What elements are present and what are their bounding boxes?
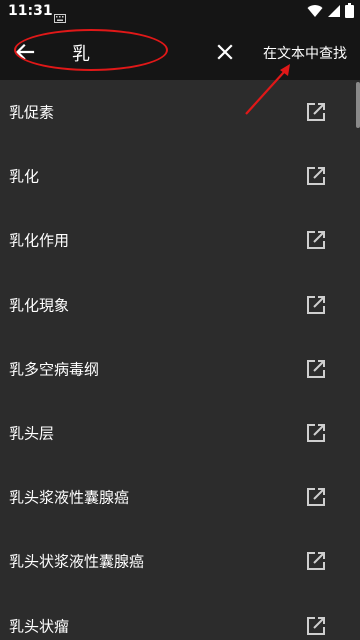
cell-signal-icon — [327, 3, 341, 22]
list-item-label: 乳头浆液性囊腺癌 — [9, 488, 130, 507]
list-item[interactable]: 乳多空病毒纲 — [0, 337, 360, 401]
list-item[interactable]: 乳化 — [0, 144, 360, 208]
open-in-new-icon[interactable] — [305, 358, 327, 380]
list-item[interactable]: 乳头状浆液性囊腺癌 — [0, 529, 360, 593]
clear-search-button[interactable] — [212, 39, 238, 65]
status-bar: 11:31 — [0, 0, 360, 24]
result-list: 乳促素 乳化 乳化作用 乳化現象 乳多空病毒纲 乳头层 乳头浆液性囊腺癌 乳头状… — [0, 80, 360, 640]
open-in-new-icon[interactable] — [305, 101, 327, 123]
list-item-label: 乳化作用 — [9, 231, 70, 250]
battery-icon — [345, 2, 354, 22]
annotation-ellipse — [14, 29, 168, 71]
search-toolbar: 乳 在文本中查找 — [0, 24, 360, 80]
status-icons — [307, 2, 354, 22]
list-item-label: 乳头状浆液性囊腺癌 — [9, 552, 145, 571]
open-in-new-icon[interactable] — [305, 486, 327, 508]
list-item[interactable]: 乳化現象 — [0, 273, 360, 337]
open-in-new-icon[interactable] — [305, 165, 327, 187]
wifi-icon — [307, 3, 323, 22]
open-in-new-icon[interactable] — [305, 422, 327, 444]
close-icon — [217, 44, 233, 60]
list-item-label: 乳促素 — [9, 103, 55, 122]
open-in-new-icon[interactable] — [305, 550, 327, 572]
status-time: 11:31 — [8, 3, 53, 19]
open-in-new-icon[interactable] — [305, 615, 327, 637]
list-item-label: 乳头状瘤 — [9, 617, 70, 636]
list-item[interactable]: 乳头浆液性囊腺癌 — [0, 465, 360, 529]
list-item[interactable]: 乳促素 — [0, 80, 360, 144]
list-item-label: 乳多空病毒纲 — [9, 360, 100, 379]
list-item-label: 乳化 — [9, 167, 40, 186]
screen: 11:31 乳 在文本中查找 乳促素 乳化 乳化作用 乳化現象 乳多空病毒纲 乳… — [0, 0, 360, 640]
list-item[interactable]: 乳头状瘤 — [0, 594, 360, 640]
list-item-label: 乳化現象 — [9, 296, 70, 315]
scrollbar-thumb[interactable] — [356, 82, 360, 128]
open-in-new-icon[interactable] — [305, 229, 327, 251]
list-item-label: 乳头层 — [9, 424, 55, 443]
list-item[interactable]: 乳头层 — [0, 401, 360, 465]
open-in-new-icon[interactable] — [305, 294, 327, 316]
list-item[interactable]: 乳化作用 — [0, 208, 360, 272]
